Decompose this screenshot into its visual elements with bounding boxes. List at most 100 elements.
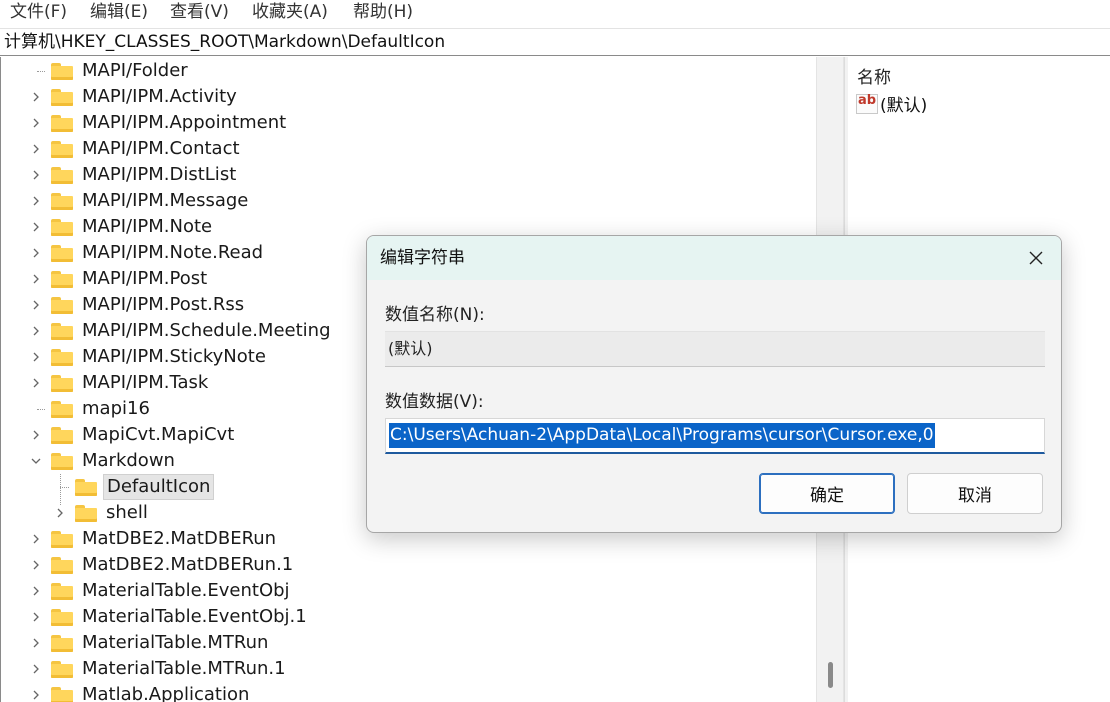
folder-icon bbox=[51, 218, 73, 236]
tree-item[interactable]: MAPI/IPM.Schedule.Meeting bbox=[29, 318, 334, 344]
menu-view[interactable]: 查看(V) bbox=[170, 0, 229, 24]
tree-item[interactable]: MaterialTable.MTRun bbox=[29, 630, 271, 656]
value-name-label: 数值名称(N): bbox=[385, 305, 485, 325]
address-path[interactable]: 计算机\HKEY_CLASSES_ROOT\Markdown\DefaultIc… bbox=[4, 29, 445, 56]
string-value-icon: ab bbox=[856, 93, 878, 114]
menu-edit[interactable]: 编辑(E) bbox=[90, 0, 148, 24]
value-item-label: (默认) bbox=[880, 96, 928, 116]
tree-item-label: Markdown bbox=[82, 450, 175, 471]
folder-icon bbox=[51, 88, 73, 106]
ok-button[interactable]: 确定 bbox=[759, 473, 895, 514]
tree-item[interactable]: MapiCvt.MapiCvt bbox=[29, 422, 237, 448]
menu-help[interactable]: 帮助(H) bbox=[353, 0, 413, 24]
tree-item-label: MaterialTable.MTRun bbox=[82, 632, 269, 653]
tree-item-label: MAPI/IPM.Post bbox=[82, 268, 208, 289]
chevron-right-icon[interactable] bbox=[29, 552, 43, 578]
tree-item-label: MatDBE2.MatDBERun.1 bbox=[82, 554, 294, 575]
tree-item[interactable]: mapi16 bbox=[29, 396, 153, 422]
folder-icon bbox=[51, 348, 73, 366]
tree-item-label: MAPI/IPM.DistList bbox=[82, 164, 237, 185]
chevron-right-icon[interactable] bbox=[29, 214, 43, 240]
chevron-down-icon[interactable] bbox=[29, 448, 43, 474]
tree-item[interactable]: MAPI/IPM.Activity bbox=[29, 84, 240, 110]
tree-item-label: DefaultIcon bbox=[103, 474, 215, 500]
tree-item-label: MAPI/IPM.Appointment bbox=[82, 112, 287, 133]
folder-icon bbox=[51, 634, 73, 652]
tree-item[interactable]: MAPI/IPM.Post.Rss bbox=[29, 292, 247, 318]
folder-icon bbox=[51, 582, 73, 600]
folder-icon bbox=[75, 504, 97, 522]
chevron-right-icon[interactable] bbox=[29, 370, 43, 396]
tree-item[interactable]: MaterialTable.EventObj.1 bbox=[29, 604, 310, 630]
tree-item[interactable]: MAPI/IPM.Message bbox=[29, 188, 251, 214]
chevron-right-icon[interactable] bbox=[29, 630, 43, 656]
tree-item-label: mapi16 bbox=[82, 398, 150, 419]
tree-item[interactable]: MAPI/IPM.Post bbox=[29, 266, 210, 292]
tree-item[interactable]: Matlab.Application bbox=[29, 682, 252, 702]
tree-item[interactable]: MAPI/IPM.Note.Read bbox=[29, 240, 266, 266]
chevron-right-icon[interactable] bbox=[29, 110, 43, 136]
chevron-right-icon[interactable] bbox=[29, 84, 43, 110]
chevron-right-icon[interactable] bbox=[29, 188, 43, 214]
chevron-right-icon[interactable] bbox=[29, 682, 43, 702]
menu-file[interactable]: 文件(F) bbox=[10, 0, 67, 24]
chevron-right-icon[interactable] bbox=[29, 604, 43, 630]
value-item-default[interactable]: ab (默认) bbox=[856, 91, 927, 116]
address-bar[interactable]: 计算机\HKEY_CLASSES_ROOT\Markdown\DefaultIc… bbox=[0, 28, 1110, 56]
tree-item-label: MAPI/IPM.StickyNote bbox=[82, 346, 266, 367]
scrollbar-thumb[interactable] bbox=[828, 662, 833, 688]
tree-item[interactable]: MAPI/IPM.Note bbox=[29, 214, 215, 240]
menu-favorites[interactable]: 收藏夹(A) bbox=[252, 0, 328, 24]
chevron-right-icon[interactable] bbox=[29, 526, 43, 552]
folder-icon bbox=[51, 452, 73, 470]
close-button[interactable] bbox=[1011, 236, 1061, 280]
tree-connector bbox=[60, 474, 61, 505]
tree-item[interactable]: MAPI/IPM.DistList bbox=[29, 162, 239, 188]
tree-item[interactable]: shell bbox=[53, 500, 151, 526]
chevron-right-icon[interactable] bbox=[29, 292, 43, 318]
tree-item-label: MaterialTable.MTRun.1 bbox=[82, 658, 286, 679]
chevron-right-icon[interactable] bbox=[29, 656, 43, 682]
chevron-right-icon[interactable] bbox=[29, 162, 43, 188]
value-data-input[interactable]: C:\Users\Achuan-2\AppData\Local\Programs… bbox=[385, 418, 1045, 454]
tree-item[interactable]: MAPI/IPM.Appointment bbox=[29, 110, 289, 136]
tree-connector bbox=[37, 71, 45, 72]
tree-item[interactable]: DefaultIcon bbox=[53, 474, 215, 500]
chevron-right-icon[interactable] bbox=[29, 318, 43, 344]
tree-item[interactable]: MatDBE2.MatDBERun bbox=[29, 526, 279, 552]
chevron-right-icon[interactable] bbox=[29, 578, 43, 604]
tree-item[interactable]: MatDBE2.MatDBERun.1 bbox=[29, 552, 296, 578]
chevron-right-icon[interactable] bbox=[29, 344, 43, 370]
tree-item-label: MAPI/Folder bbox=[82, 60, 188, 81]
chevron-right-icon[interactable] bbox=[29, 422, 43, 448]
tree-item[interactable]: Markdown bbox=[29, 448, 178, 474]
column-header-name[interactable]: 名称 bbox=[857, 63, 891, 88]
tree-item[interactable]: MaterialTable.EventObj bbox=[29, 578, 293, 604]
tree-item[interactable]: MaterialTable.MTRun.1 bbox=[29, 656, 289, 682]
folder-icon bbox=[51, 62, 73, 80]
value-name-text: (默认) bbox=[388, 339, 433, 358]
folder-icon bbox=[51, 140, 73, 158]
tree-item-label: MAPI/IPM.Post.Rss bbox=[82, 294, 245, 315]
folder-icon bbox=[51, 296, 73, 314]
chevron-right-icon[interactable] bbox=[29, 266, 43, 292]
tree-item[interactable]: MAPI/IPM.Task bbox=[29, 370, 211, 396]
chevron-right-icon[interactable] bbox=[29, 136, 43, 162]
edit-string-dialog: 编辑字符串 数值名称(N): (默认) 数值数据(V): C:\Users\Ac… bbox=[366, 235, 1062, 533]
value-data-text[interactable]: C:\Users\Achuan-2\AppData\Local\Programs… bbox=[389, 423, 935, 448]
tree-item[interactable]: MAPI/Folder bbox=[29, 58, 191, 84]
tree-item-label: shell bbox=[106, 502, 148, 523]
tree-item[interactable]: MAPI/IPM.StickyNote bbox=[29, 344, 269, 370]
tree-item-label: MaterialTable.EventObj.1 bbox=[82, 606, 307, 627]
folder-icon bbox=[51, 374, 73, 392]
tree-connector bbox=[60, 487, 69, 488]
tree-item-label: MaterialTable.EventObj bbox=[82, 580, 290, 601]
tree-item-label: MAPI/IPM.Contact bbox=[82, 138, 240, 159]
folder-icon bbox=[51, 556, 73, 574]
cancel-button[interactable]: 取消 bbox=[907, 473, 1043, 514]
value-data-label: 数值数据(V): bbox=[385, 392, 484, 412]
tree-connector bbox=[37, 409, 45, 410]
folder-icon bbox=[51, 660, 73, 678]
chevron-right-icon[interactable] bbox=[29, 240, 43, 266]
tree-item[interactable]: MAPI/IPM.Contact bbox=[29, 136, 243, 162]
